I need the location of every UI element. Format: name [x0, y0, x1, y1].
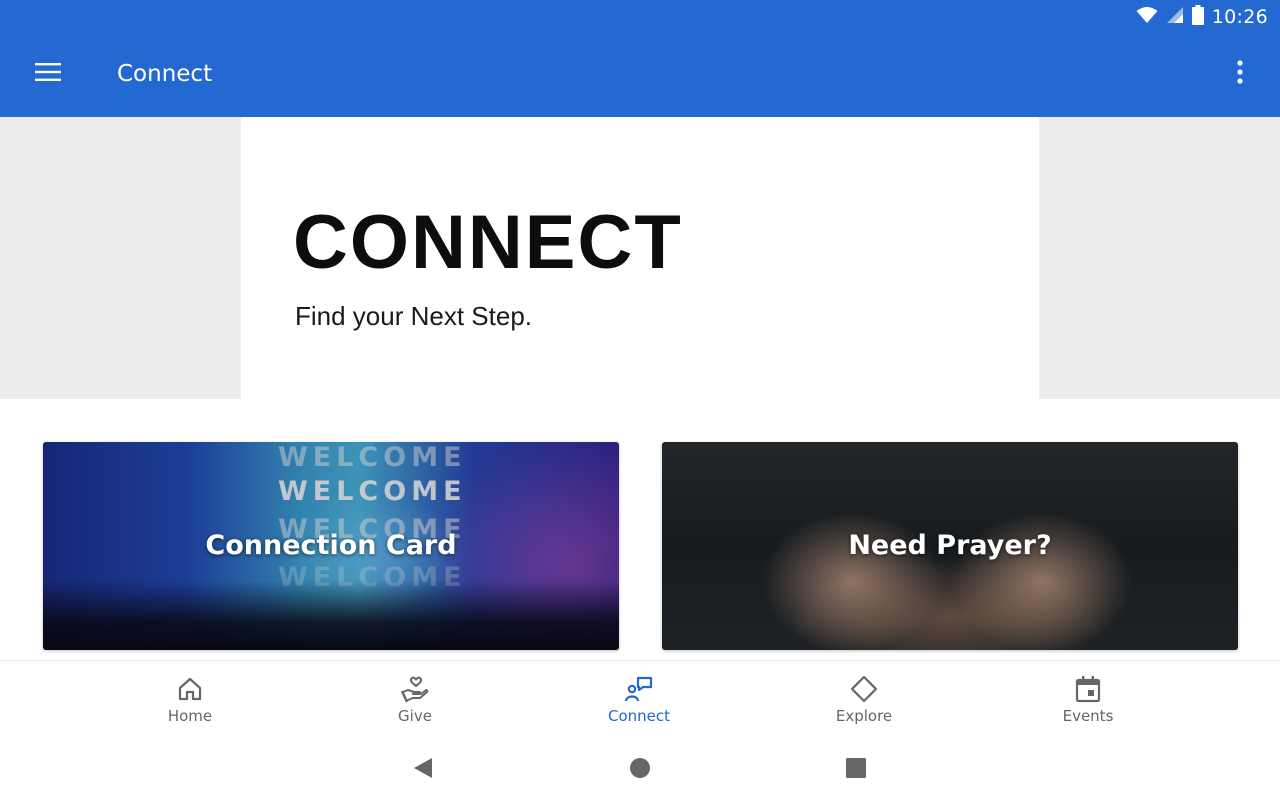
- page-title: Connect: [117, 61, 213, 87]
- home-system-button[interactable]: [626, 756, 654, 784]
- home-circle-icon: [629, 757, 651, 784]
- recents-button[interactable]: [842, 756, 870, 784]
- nav-item-connect[interactable]: Connect: [579, 661, 699, 741]
- system-navigation-bar: [0, 740, 1280, 800]
- bottom-navigation: Home Give Connect Explore Events: [0, 660, 1280, 740]
- back-icon: [412, 756, 434, 785]
- nav-label-home: Home: [167, 707, 213, 725]
- status-icons: 10:26: [1136, 4, 1268, 30]
- hero-subtitle: Find your Next Step.: [295, 301, 532, 331]
- nav-label-connect: Connect: [607, 707, 671, 725]
- hero-panel: CONNECT Find your Next Step.: [241, 117, 1039, 399]
- nav-label-give: Give: [398, 707, 432, 725]
- menu-button[interactable]: [28, 54, 68, 94]
- back-button[interactable]: [409, 756, 437, 784]
- battery-icon: [1191, 4, 1204, 30]
- status-time: 10:26: [1211, 6, 1268, 28]
- recents-square-icon: [846, 757, 866, 783]
- wifi-icon: [1136, 6, 1158, 29]
- hero-title: CONNECT: [293, 200, 683, 285]
- nav-item-home[interactable]: Home: [130, 661, 250, 741]
- hero-banner: CONNECT Find your Next Step.: [0, 117, 1280, 399]
- need-prayer-tile[interactable]: Need Prayer?: [662, 442, 1238, 650]
- more-vertical-icon: [1237, 59, 1243, 89]
- nav-item-give[interactable]: Give: [355, 661, 475, 741]
- nav-item-explore[interactable]: Explore: [804, 661, 924, 741]
- menu-icon: [35, 62, 61, 86]
- more-options-button[interactable]: [1222, 54, 1258, 94]
- give-hand-heart-icon: [401, 675, 429, 703]
- calendar-icon: [1074, 675, 1102, 703]
- home-icon: [176, 675, 204, 703]
- connect-person-chat-icon: [625, 675, 653, 703]
- connection-card-title: Connection Card: [205, 530, 457, 561]
- nav-item-events[interactable]: Events: [1028, 661, 1148, 741]
- app-bar: Connect: [0, 34, 1280, 117]
- nav-label-events: Events: [1062, 707, 1114, 725]
- nav-label-explore: Explore: [835, 707, 893, 725]
- signal-icon: [1166, 6, 1184, 29]
- connection-card-tile[interactable]: WELCOME WELCOME WELCOME WELCOME Connecti…: [43, 442, 619, 650]
- status-bar: 10:26: [0, 0, 1280, 34]
- explore-diamond-icon: [850, 675, 878, 703]
- need-prayer-title: Need Prayer?: [848, 530, 1052, 561]
